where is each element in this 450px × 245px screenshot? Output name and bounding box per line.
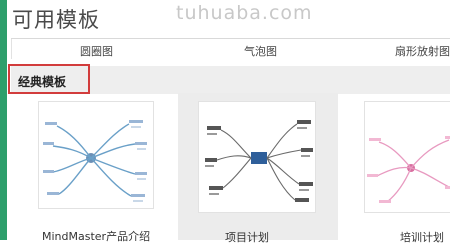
template-thumbnail-mindmaster bbox=[38, 101, 154, 209]
top-template-row bbox=[11, 38, 450, 59]
section-title: 经典模板 bbox=[18, 75, 67, 89]
mindmap-preview-icon bbox=[367, 136, 450, 203]
page-title: 可用模板 bbox=[12, 8, 100, 32]
template-label-training-plan: 培训计划 bbox=[400, 231, 444, 244]
template-bubble-diagram[interactable]: 气泡图 bbox=[244, 43, 277, 59]
template-circle-diagram[interactable]: 圆圈图 bbox=[80, 43, 113, 59]
mindmap-preview-icon bbox=[205, 120, 313, 202]
template-label-project-plan: 项目计划 bbox=[225, 231, 269, 244]
template-card-training-plan[interactable]: 培训计划 bbox=[356, 93, 450, 244]
template-card-project-plan[interactable]: 项目计划 bbox=[178, 93, 338, 244]
watermark: tuhuaba.com bbox=[176, 2, 313, 24]
mindmap-preview-icon bbox=[43, 120, 147, 202]
left-accent-strip bbox=[0, 0, 7, 240]
template-thumbnail-project-plan bbox=[198, 101, 316, 213]
template-card-mindmaster[interactable]: MindMaster产品介绍 bbox=[20, 93, 170, 243]
template-label-mindmaster: MindMaster产品介绍 bbox=[42, 230, 151, 243]
template-thumbnail-training-plan bbox=[364, 101, 450, 213]
template-radial-fan-diagram[interactable]: 扇形放射图 bbox=[395, 43, 450, 59]
